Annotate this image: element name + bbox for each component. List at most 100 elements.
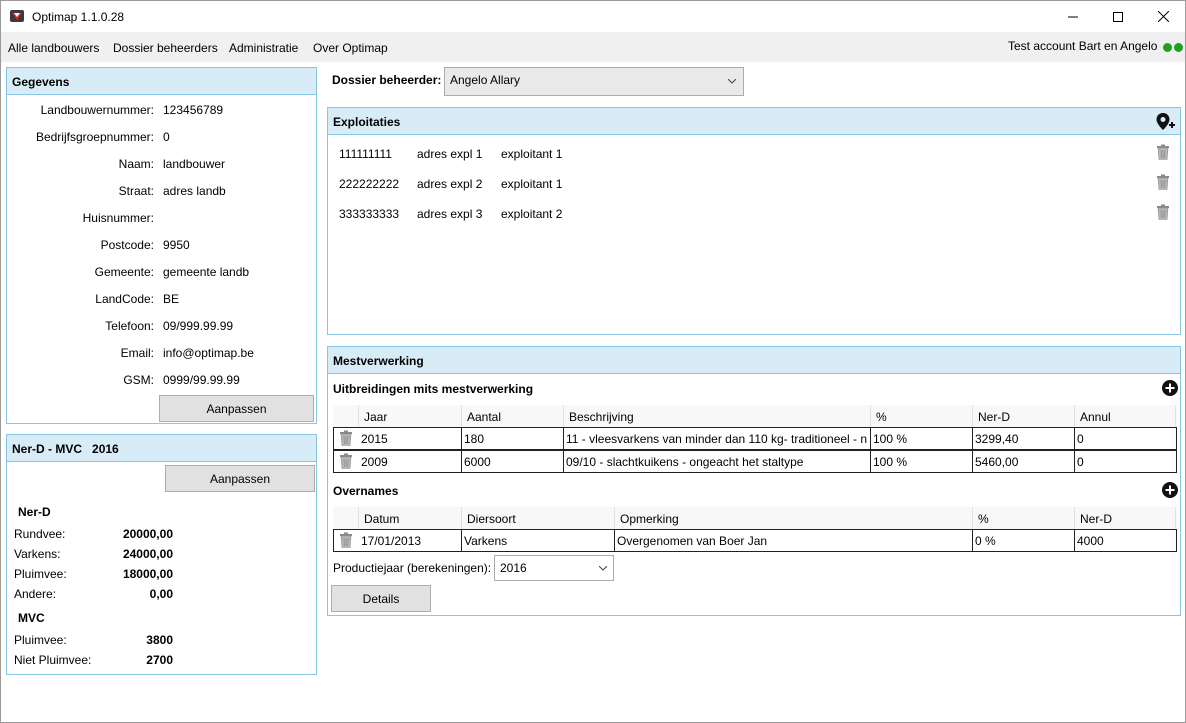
details-button[interactable]: Details	[331, 585, 431, 612]
nerd-row-value: 24000,00	[122, 547, 173, 561]
exploitatie-adres: adres expl 2	[417, 177, 483, 191]
menu-bar: Alle landbouwers Dossier beheerders Admi…	[1, 32, 1185, 62]
grid-header-cell[interactable]: Aantal	[462, 405, 564, 427]
table-cell[interactable]: 100 %	[871, 451, 973, 472]
table-cell[interactable]: 09/10 - slachtkuikens - ongeacht het sta…	[564, 451, 871, 472]
maximize-button[interactable]	[1095, 1, 1141, 32]
grid-header-cell[interactable]: Diersoort	[462, 507, 615, 529]
field-label: Telefoon:	[105, 319, 154, 333]
delete-exploitatie-button[interactable]	[1156, 174, 1170, 190]
mestverwerking-title: Mestverwerking	[328, 347, 1180, 374]
table-cell[interactable]: 0	[1075, 428, 1176, 449]
menu-item-dossier-beheerders[interactable]: Dossier beheerders	[113, 41, 218, 55]
grid-header-cell[interactable]: Beschrijving	[564, 405, 871, 427]
dossier-beheerder-value: Angelo Allary	[450, 73, 521, 87]
table-row[interactable]: 2009 6000 09/10 - slachtkuikens - ongeacht…	[333, 450, 1177, 473]
exploitatie-row[interactable]: 333333333 adres expl 3 exploitant 2	[328, 201, 1178, 229]
table-row[interactable]: 17/01/2013 Varkens Overgenomen van Boer Ja…	[333, 529, 1177, 552]
menu-item-administratie[interactable]: Administratie	[229, 41, 298, 55]
productiejaar-select[interactable]: 2016	[494, 555, 614, 581]
field-label: Straat:	[118, 184, 154, 198]
minimize-button[interactable]	[1050, 1, 1096, 32]
grid-header-cell	[333, 507, 359, 529]
grid-header-cell[interactable]: Datum	[359, 507, 462, 529]
table-cell[interactable]: 11 - vleesvarkens van minder dan 110 kg-…	[564, 428, 871, 449]
table-cell[interactable]: 180	[462, 428, 564, 449]
exploitatie-exploitant: exploitant 1	[501, 177, 563, 191]
trash-icon[interactable]	[1156, 174, 1170, 190]
field-label: Bedrijfsgroepnummer:	[35, 130, 154, 144]
delete-exploitatie-button[interactable]	[1156, 144, 1170, 160]
nerd-aanpassen-button[interactable]: Aanpassen	[165, 465, 315, 492]
grid-row-handle	[334, 530, 359, 551]
nerd-row-label: Varkens:	[14, 547, 61, 561]
grid-header-cell[interactable]: %	[871, 405, 973, 427]
add-overname-icon[interactable]	[1162, 482, 1178, 498]
table-cell[interactable]: Overgenomen van Boer Jan	[615, 530, 973, 551]
exploitatie-row[interactable]: 111111111 adres expl 1 exploitant 1	[328, 141, 1178, 169]
menu-item-over-optimap[interactable]: Over Optimap	[313, 41, 388, 55]
field-label: Huisnummer:	[82, 211, 154, 225]
grid-header-cell[interactable]: Annul	[1075, 405, 1176, 427]
dossier-beheerder-select[interactable]: Angelo Allary	[444, 67, 744, 96]
table-cell[interactable]: 2009	[359, 451, 462, 472]
table-cell[interactable]: 17/01/2013	[359, 530, 462, 551]
trash-icon[interactable]	[1156, 144, 1170, 160]
field-value: 123456789	[163, 103, 224, 117]
exploitatie-nummer: 111111111	[339, 147, 392, 161]
gegevens-title: Gegevens	[7, 68, 316, 95]
nerd-mvc-title: Ner-D - MVC 2016	[7, 435, 316, 462]
add-uitbreiding-icon[interactable]	[1162, 380, 1178, 396]
field-value: 9950	[163, 238, 190, 252]
grid-header-cell[interactable]: Jaar	[359, 405, 462, 427]
status-dot-1	[1163, 43, 1172, 52]
uitbreidingen-title: Uitbreidingen mits mestverwerking	[333, 382, 534, 396]
table-cell[interactable]: 3299,40	[973, 428, 1075, 449]
table-row[interactable]: 2015 180 11 - vleesvarkens van minder dan …	[333, 427, 1177, 450]
window-title: Optimap 1.1.0.28	[32, 10, 125, 24]
table-cell[interactable]: 2015	[359, 428, 462, 449]
delete-exploitatie-button[interactable]	[1156, 204, 1170, 220]
app-logo-icon	[10, 10, 24, 22]
field-value: BE	[163, 292, 180, 306]
gegevens-panel: Gegevens Landbouwernummer: 123456789 Bedri…	[6, 67, 317, 424]
productiejaar-label: Productiejaar (berekeningen):	[333, 561, 492, 575]
productiejaar-value: 2016	[500, 561, 527, 575]
add-location-icon[interactable]	[1155, 112, 1175, 132]
overnames-title: Overnames	[333, 484, 399, 498]
title-bar: Optimap 1.1.0.28	[1, 1, 1185, 32]
minimize-icon	[1068, 16, 1078, 17]
mvc-heading: MVC	[18, 611, 45, 625]
table-cell[interactable]: Varkens	[462, 530, 615, 551]
grid-header-cell[interactable]: Ner-D	[1075, 507, 1176, 529]
table-cell[interactable]: 0	[1075, 451, 1176, 472]
field-value: gemeente landb	[163, 265, 250, 279]
field-value: info@optimap.be	[163, 346, 254, 360]
table-cell[interactable]: 4000	[1075, 530, 1176, 551]
exploitatie-row[interactable]: 222222222 adres expl 2 exploitant 1	[328, 171, 1178, 199]
nerd-row-value: 20000,00	[122, 527, 173, 541]
dossier-label: Dossier beheerder:	[332, 73, 442, 87]
field-value: landbouwer	[163, 157, 226, 171]
table-cell[interactable]: 0 %	[973, 530, 1075, 551]
field-label: Landbouwernummer:	[40, 103, 154, 117]
grid-header-cell[interactable]: %	[973, 507, 1075, 529]
table-cell[interactable]: 100 %	[871, 428, 973, 449]
trash-icon[interactable]	[1156, 204, 1170, 220]
close-button[interactable]	[1140, 1, 1185, 32]
maximize-icon	[1113, 11, 1123, 22]
grid-header-cell[interactable]: Opmerking	[615, 507, 973, 529]
nerd-mvc-panel: Ner-D - MVC 2016 Aanpassen Ner-D Rundvee…	[6, 434, 317, 675]
grid-header-cell[interactable]: Ner-D	[973, 405, 1075, 427]
chevron-down-icon	[728, 79, 736, 84]
menu-item-alle-landbouwers[interactable]: Alle landbouwers	[8, 41, 99, 55]
mvc-row-label: Pluimvee:	[14, 633, 67, 647]
account-name: Test account Bart en Angelo	[1008, 39, 1158, 53]
app-window: Optimap 1.1.0.28 Alle landbouwers Dossie…	[0, 0, 1186, 723]
table-cell[interactable]: 5460,00	[973, 451, 1075, 472]
grid-row-handle	[334, 451, 359, 472]
table-cell[interactable]: 6000	[462, 451, 564, 472]
nerd-mvc-year: 2016	[92, 442, 119, 456]
gegevens-aanpassen-button[interactable]: Aanpassen	[159, 395, 314, 422]
status-dot-2	[1174, 43, 1183, 52]
